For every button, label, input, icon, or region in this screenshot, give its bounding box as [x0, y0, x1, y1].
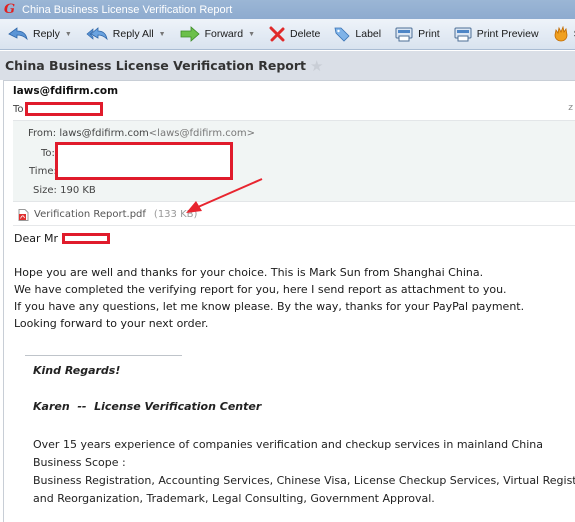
annotation-arrow-icon [186, 178, 263, 213]
size-value: 190 KB [60, 185, 96, 196]
details-size: Size: 190 KB [33, 185, 96, 196]
body-line: Looking forward to your next order. [14, 317, 209, 330]
print-preview-icon [454, 27, 472, 42]
reply-all-icon [86, 27, 108, 41]
greeting: Dear Mr [14, 232, 59, 245]
attachment-filename[interactable]: Verification Report.pdf [34, 209, 146, 220]
star-icon[interactable]: ★ [310, 57, 323, 75]
pdf-file-icon [18, 208, 29, 221]
reply-all-button[interactable]: Reply All ▼ [86, 22, 166, 46]
signature-business-scope: Over 15 years experience of companies ve… [33, 436, 575, 508]
scope-line: and Reorganization, Trademark, Legal Con… [33, 492, 435, 505]
sender-address[interactable]: laws@fdifirm.com [13, 85, 118, 97]
time-label: Time: [29, 166, 57, 177]
mail-toolbar: Reply ▼ Reply All ▼ Forward ▼ Delete Lab… [0, 19, 575, 50]
recipient-line: To [13, 102, 103, 116]
experience-line: Over 15 years experience of companies ve… [33, 438, 543, 451]
attachment-row[interactable]: Verification Report.pdf (133 KB) [13, 204, 575, 226]
window-title-bar: G China Business License Verification Re… [0, 0, 575, 19]
from-label: From: [28, 128, 57, 139]
from-address: <laws@fdifirm.com> [148, 128, 256, 139]
subject-bar: China Business License Verification Repo… [0, 51, 575, 80]
print-button[interactable]: Print [395, 22, 440, 46]
details-from: From: laws@fdifirm.com<laws@fdifirm.com> [28, 128, 255, 139]
message-body: Dear Mr Hope you are well and thanks for… [14, 230, 524, 332]
print-preview-label: Print Preview [476, 28, 539, 40]
foxmail-logo-icon: G [4, 2, 16, 17]
chevron-down-icon[interactable]: ▼ [65, 31, 72, 38]
from-name[interactable]: laws@fdifirm.com [59, 128, 148, 139]
body-line: We have completed the verifying report f… [14, 283, 507, 296]
body-line: Hope you are well and thanks for your ch… [14, 266, 484, 279]
redaction-box [62, 233, 111, 244]
redaction-box [55, 142, 233, 180]
label-label: Label [355, 28, 382, 40]
to-label: To [13, 103, 24, 115]
reply-all-label: Reply All [112, 28, 154, 40]
delete-icon [269, 26, 285, 42]
print-label: Print [418, 28, 440, 40]
spam-flame-icon [554, 26, 567, 42]
delete-button[interactable]: Delete [269, 22, 320, 46]
signature-divider [25, 355, 182, 356]
chevron-down-icon[interactable]: ▼ [248, 31, 255, 38]
body-line: If you have any questions, let me know p… [14, 300, 525, 313]
printer-icon [395, 27, 413, 42]
to-label: To: [41, 148, 55, 159]
forward-button[interactable]: Forward ▼ [180, 22, 255, 46]
forward-label: Forward [204, 28, 244, 40]
window-title: China Business License Verification Repo… [22, 3, 233, 16]
tag-icon [334, 27, 350, 42]
signature-closing: Kind Regards! [33, 364, 121, 377]
reply-label: Reply [33, 28, 60, 40]
redaction-box [24, 102, 103, 116]
label-button[interactable]: Label [334, 22, 381, 46]
scope-label: Business Scope : [33, 456, 126, 469]
message-details-panel: From: laws@fdifirm.com<laws@fdifirm.com>… [13, 120, 575, 202]
size-label: Size: [33, 185, 57, 196]
print-preview-button[interactable]: Print Preview [454, 22, 539, 46]
greeting-line: Dear Mr [14, 230, 524, 247]
scope-line: Business Registration, Accounting Servic… [33, 474, 575, 487]
signature-name: Karen -- License Verification Center [33, 400, 262, 413]
delete-label: Delete [290, 28, 321, 40]
expand-details-toggle[interactable]: z [568, 103, 573, 113]
message-pane: laws@fdifirm.com To z From: laws@fdifirm… [3, 80, 575, 522]
body-paragraph: Hope you are well and thanks for your ch… [14, 264, 524, 332]
reply-button[interactable]: Reply ▼ [8, 22, 72, 46]
reply-icon [8, 27, 28, 41]
chevron-down-icon[interactable]: ▼ [159, 31, 166, 38]
message-subject: China Business License Verification Repo… [5, 58, 307, 73]
forward-icon [180, 26, 200, 42]
spam-button[interactable]: Spam [553, 22, 575, 46]
